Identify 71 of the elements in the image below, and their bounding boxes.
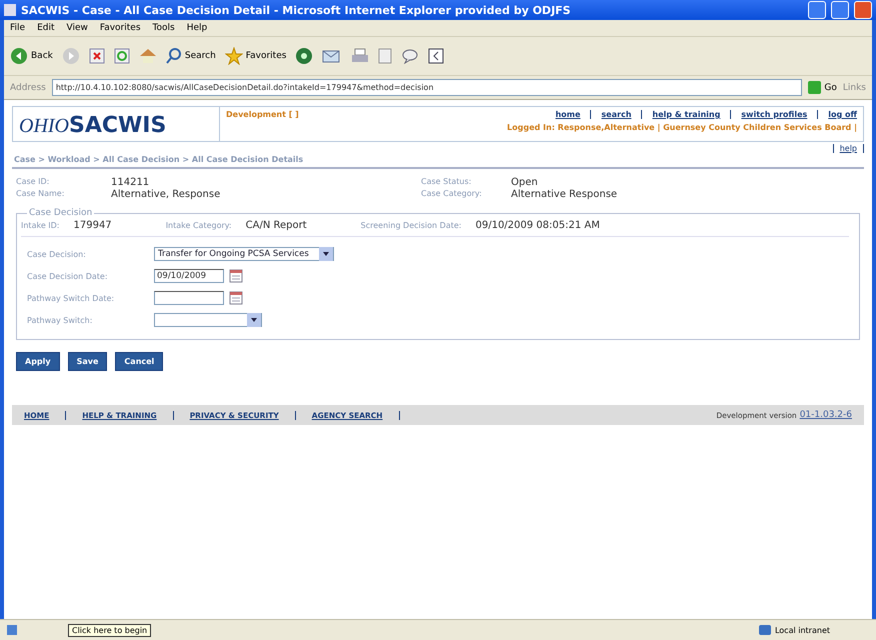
close-button[interactable] [854, 1, 872, 19]
nav-link[interactable]: help & training [652, 110, 720, 119]
address-field[interactable]: http://10.4.10.102:8080/sacwis/AllCaseDecisionDetail.do?intakeId=179947&method=decision [52, 79, 802, 96]
calendar-icon[interactable] [229, 269, 243, 283]
refresh-icon[interactable] [114, 48, 130, 64]
info-value: Alternative Response [511, 189, 618, 200]
action-button[interactable]: Cancel [115, 352, 164, 371]
menu-item[interactable]: Help [186, 23, 208, 33]
mail-icon[interactable] [322, 48, 342, 64]
info-value: CA/N Report [246, 220, 307, 231]
logo: OHIOSACWIS [18, 112, 168, 140]
panel-legend: Case Decision [27, 208, 94, 218]
nav-link[interactable]: switch profiles [741, 110, 808, 119]
info-label: Case Status: [421, 177, 472, 188]
field-label: Case Decision: [27, 250, 87, 258]
help-link[interactable]: help [840, 144, 857, 153]
search-icon[interactable] [166, 48, 182, 64]
window-icon[interactable] [428, 48, 444, 64]
version-link[interactable]: 01-1.03.2-6 [800, 410, 852, 420]
field-label: Pathway Switch: [27, 316, 94, 324]
info-label: Case ID: [16, 177, 50, 188]
go-button[interactable]: Go [808, 81, 837, 94]
info-label: Case Category: [421, 189, 483, 200]
info-value: 179947 [74, 220, 112, 231]
media-icon[interactable] [295, 47, 314, 65]
toolbar-button[interactable]: Favorites [224, 47, 286, 65]
minimize-button[interactable] [808, 1, 826, 19]
window-title: SACWIS - Case - All Case Decision Detail - Microsoft Internet Explorer provided by ODJFS [21, 4, 572, 16]
zone-label: Local intranet [774, 626, 830, 634]
nav-link[interactable]: home [555, 110, 580, 119]
printer-icon[interactable] [351, 48, 370, 64]
info-label: Intake Category: [166, 221, 232, 230]
info-label: Intake ID: [21, 221, 60, 230]
toolbar-button[interactable]: Back [10, 47, 53, 65]
action-button[interactable]: Apply [16, 352, 60, 371]
info-value: Open [511, 177, 539, 188]
field-label: Pathway Switch Date: [27, 294, 116, 302]
intranet-icon [758, 625, 771, 635]
info-label: Case Name: [16, 189, 66, 200]
app-icon [4, 4, 16, 16]
action-button[interactable]: Save [68, 352, 108, 371]
nav-link[interactable]: log off [828, 110, 857, 119]
document-icon[interactable] [378, 48, 392, 64]
calendar-icon[interactable] [229, 291, 243, 305]
toolbar-button[interactable]: Search [166, 48, 216, 64]
menu-item[interactable]: File [10, 23, 26, 33]
environment-label: Development [ ] [226, 110, 299, 119]
info-value: 09/10/2009 08:05:21 AM [475, 220, 600, 231]
menu-item[interactable]: Tools [152, 23, 175, 33]
tooltip: Click here to begin [68, 624, 152, 636]
info-label: Screening Decision Date: [360, 221, 462, 230]
page-icon [6, 624, 18, 636]
dropdown[interactable]: Transfer for Ongoing PCSA Services [154, 247, 334, 261]
address-label: Address [10, 82, 46, 92]
chat-icon[interactable] [401, 48, 420, 64]
breadcrumb: Case > Workload > All Case Decision > All Case Decision Details [12, 153, 864, 169]
nav-link[interactable]: search [601, 110, 632, 119]
info-value: 114211 [111, 177, 150, 188]
menu-item[interactable]: Edit [37, 23, 54, 33]
stop-icon[interactable] [88, 48, 105, 64]
date-field[interactable]: 09/10/2009 [154, 269, 224, 283]
star-icon[interactable] [224, 47, 243, 65]
back-icon [10, 47, 28, 65]
maximize-button[interactable] [831, 1, 849, 19]
logged-in-text: Logged In: Response,Alternative | Guernsey County Children Services Board | [506, 123, 857, 132]
info-value: Alternative, Response [111, 189, 222, 200]
home-icon[interactable] [138, 48, 157, 64]
menu-item[interactable]: View [66, 23, 88, 33]
menu-item[interactable]: Favorites [100, 23, 141, 33]
field-label: Case Decision Date: [27, 272, 109, 280]
date-field[interactable] [154, 291, 224, 305]
